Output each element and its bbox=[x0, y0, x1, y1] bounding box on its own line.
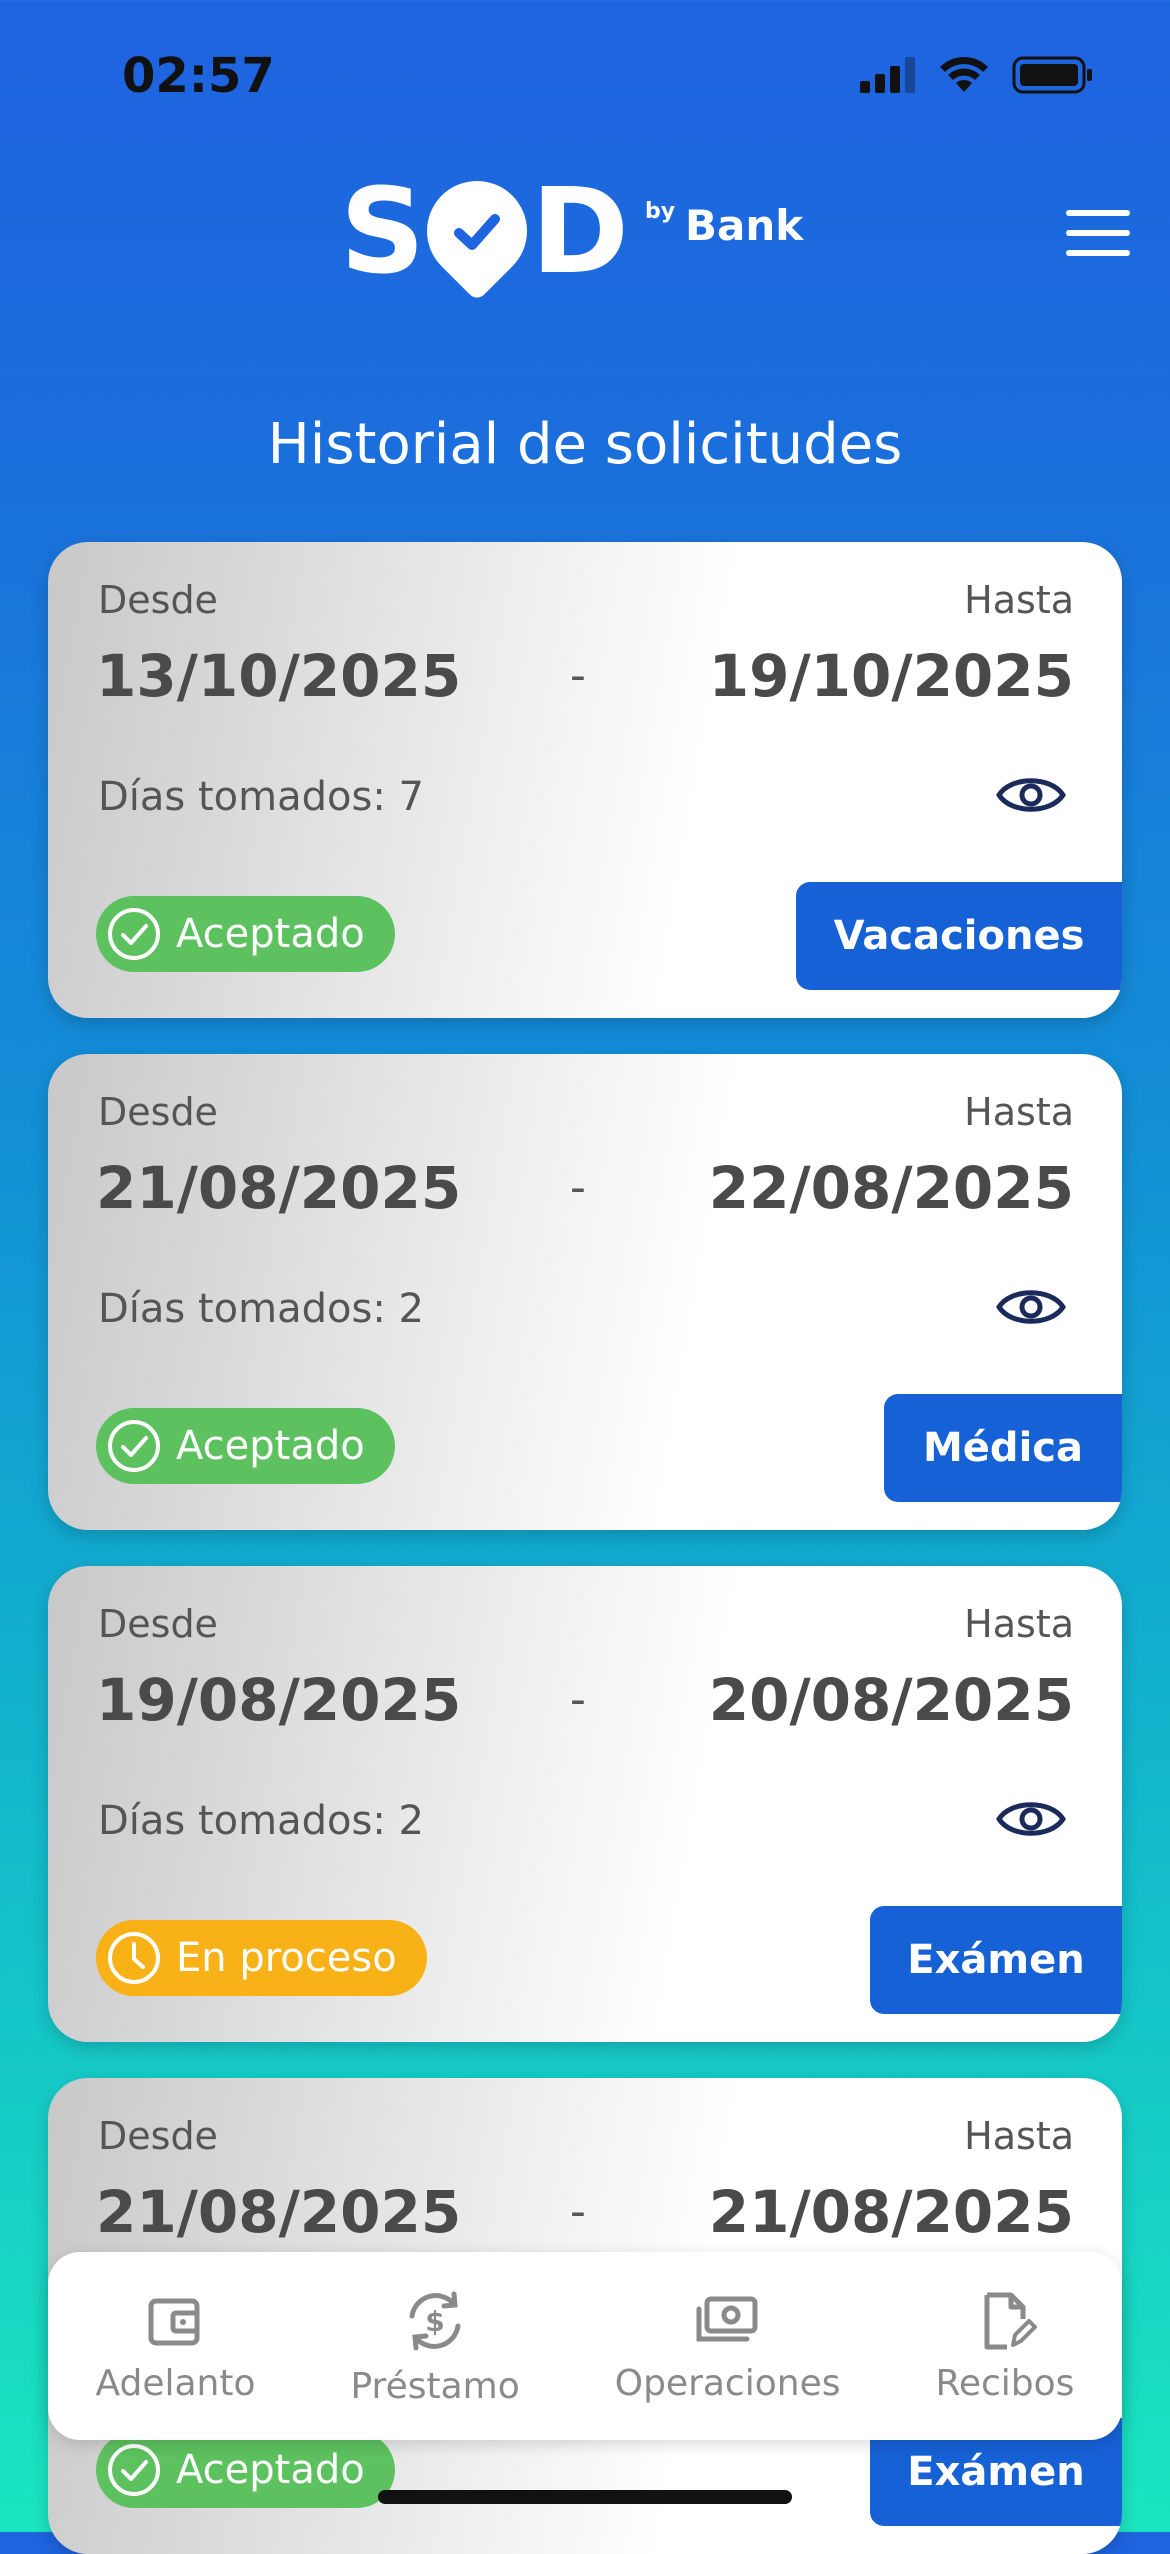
status-bar: 02:57 bbox=[0, 0, 1170, 150]
clock-icon bbox=[108, 1932, 160, 1984]
status-icons bbox=[860, 56, 1094, 94]
request-type-button[interactable]: Exámen bbox=[870, 1906, 1122, 2014]
eye-icon[interactable] bbox=[996, 772, 1066, 818]
nav-item-operaciones[interactable]: Operaciones bbox=[614, 2289, 841, 2404]
loan-cycle-icon: $ bbox=[409, 2291, 461, 2350]
check-circle-icon bbox=[108, 908, 160, 960]
hasta-label: Hasta bbox=[964, 578, 1074, 622]
battery-icon bbox=[1012, 56, 1092, 94]
hasta-date: 20/08/2025 bbox=[708, 1666, 1074, 1734]
status-label: En proceso bbox=[176, 1935, 397, 1981]
logo-letter-s: S bbox=[340, 162, 425, 300]
logo-bank: Bank bbox=[685, 201, 804, 250]
bottom-nav: Adelanto $ Préstamo Operaciones Recibos bbox=[48, 2252, 1122, 2440]
days-taken: Días tomados: 7 bbox=[98, 774, 424, 820]
eye-icon[interactable] bbox=[996, 1284, 1066, 1330]
status-label: Aceptado bbox=[176, 911, 365, 957]
cash-icon bbox=[696, 2296, 758, 2341]
status-label: Aceptado bbox=[176, 2447, 365, 2493]
request-type-button[interactable]: Vacaciones bbox=[796, 882, 1122, 990]
hasta-label: Hasta bbox=[964, 1090, 1074, 1134]
desde-date: 13/10/2025 bbox=[96, 642, 462, 710]
status-label: Aceptado bbox=[176, 1423, 365, 1469]
hasta-date: 19/10/2025 bbox=[708, 642, 1074, 710]
wallet-icon bbox=[148, 2298, 200, 2345]
desde-date: 21/08/2025 bbox=[96, 2178, 462, 2246]
nav-item-adelanto[interactable]: Adelanto bbox=[95, 2289, 256, 2404]
desde-label: Desde bbox=[98, 1602, 218, 1646]
status-badge: Aceptado bbox=[96, 2432, 395, 2508]
check-circle-icon bbox=[108, 1420, 160, 1472]
svg-text:$: $ bbox=[425, 2305, 444, 2338]
desde-label: Desde bbox=[98, 1090, 218, 1134]
desde-label: Desde bbox=[98, 2114, 218, 2158]
request-card: Desde Hasta 19/08/2025 - 20/08/2025 Días… bbox=[48, 1566, 1122, 2042]
hasta-date: 21/08/2025 bbox=[708, 2178, 1074, 2246]
status-badge: En proceso bbox=[96, 1920, 427, 1996]
days-taken: Días tomados: 2 bbox=[98, 1798, 424, 1844]
logo-by: by bbox=[644, 199, 676, 224]
nav-item-recibos[interactable]: Recibos bbox=[935, 2289, 1074, 2404]
hasta-date: 22/08/2025 bbox=[708, 1154, 1074, 1222]
home-indicator[interactable] bbox=[378, 2490, 792, 2504]
check-circle-icon bbox=[108, 2444, 160, 2496]
logo-check-bubble-icon bbox=[406, 160, 548, 302]
desde-date: 21/08/2025 bbox=[96, 1154, 462, 1222]
request-card: Desde Hasta 21/08/2025 - 22/08/2025 Días… bbox=[48, 1054, 1122, 1530]
cellular-signal-icon bbox=[860, 57, 915, 93]
date-separator: - bbox=[570, 650, 586, 701]
date-separator: - bbox=[570, 2186, 586, 2237]
nav-label: Recibos bbox=[935, 2362, 1075, 2404]
request-type-button[interactable]: Médica bbox=[884, 1394, 1122, 1502]
brand-logo: S D by Bank bbox=[340, 160, 804, 302]
nav-item-prestamo[interactable]: $ Préstamo bbox=[350, 2286, 520, 2407]
wifi-icon bbox=[940, 57, 988, 92]
desde-label: Desde bbox=[98, 578, 218, 622]
hamburger-menu-icon[interactable] bbox=[1066, 210, 1130, 256]
page-title: Historial de solicitudes bbox=[267, 412, 903, 477]
request-card: Desde Hasta 13/10/2025 - 19/10/2025 Días… bbox=[48, 542, 1122, 1018]
document-edit-icon bbox=[984, 2292, 1037, 2349]
logo-letter-d: D bbox=[531, 162, 629, 300]
date-separator: - bbox=[570, 1674, 586, 1725]
hasta-label: Hasta bbox=[964, 2114, 1074, 2158]
nav-label: Adelanto bbox=[95, 2362, 256, 2404]
days-taken: Días tomados: 2 bbox=[98, 1286, 424, 1332]
date-separator: - bbox=[570, 1162, 586, 1213]
status-time: 02:57 bbox=[122, 48, 275, 104]
hasta-label: Hasta bbox=[964, 1602, 1074, 1646]
desde-date: 19/08/2025 bbox=[96, 1666, 462, 1734]
nav-label: Operaciones bbox=[614, 2362, 841, 2404]
status-badge: Aceptado bbox=[96, 1408, 395, 1484]
status-badge: Aceptado bbox=[96, 896, 395, 972]
nav-label: Préstamo bbox=[350, 2365, 520, 2407]
eye-icon[interactable] bbox=[996, 1796, 1066, 1842]
